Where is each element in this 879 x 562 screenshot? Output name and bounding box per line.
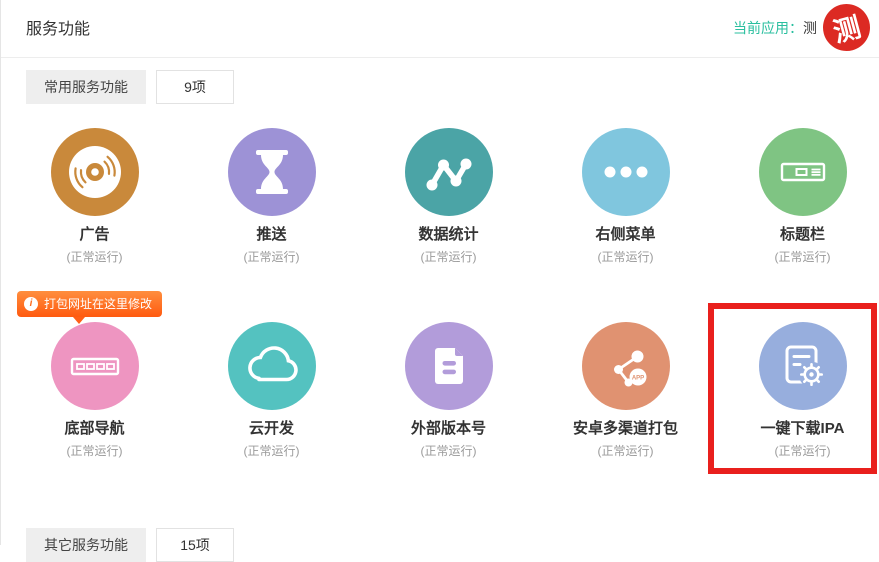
tab-other-services[interactable]: 其它服务功能 (26, 528, 146, 562)
info-icon: i (24, 297, 38, 311)
current-app-label: 当前应用： (733, 20, 803, 36)
service-item-title-bar[interactable]: 标题栏 (正常运行) (714, 128, 879, 265)
service-status: (正常运行) (421, 444, 477, 459)
tooltip-text: 打包网址在这里修改 (44, 291, 152, 317)
service-name: 数据统计 (418, 226, 478, 244)
service-name: 外部版本号 (411, 420, 486, 438)
header-divider (1, 57, 879, 58)
service-grid-row-1: 广告 (正常运行) 推送 (正常运行) (6, 128, 879, 265)
service-item-right-menu[interactable]: 右侧菜单 (正常运行) (537, 128, 714, 265)
page-title: 服务功能 (26, 15, 90, 39)
ellipsis-icon[interactable] (582, 128, 670, 216)
service-name: 云开发 (249, 420, 294, 438)
cloud-icon[interactable] (228, 322, 316, 410)
service-item-cloud-dev[interactable]: 云开发 (正常运行) (183, 322, 360, 459)
service-status: (正常运行) (67, 250, 123, 265)
bottom-nav-icon[interactable] (51, 322, 139, 410)
service-status: (正常运行) (244, 444, 300, 459)
service-status: (正常运行) (421, 250, 477, 265)
app-avatar-badge[interactable]: 测 (818, 0, 876, 56)
disc-icon[interactable] (51, 128, 139, 216)
tab-common-services[interactable]: 常用服务功能 (26, 70, 146, 104)
service-item-download-ipa[interactable]: 一键下载IPA (正常运行) (714, 322, 879, 459)
service-item-push[interactable]: 推送 (正常运行) (183, 128, 360, 265)
service-name: 推送 (256, 226, 286, 244)
current-app-indicator: 当前应用：测 (733, 18, 817, 38)
current-app-name: 测 (803, 20, 817, 36)
document-icon[interactable] (405, 322, 493, 410)
service-name: 广告 (79, 226, 109, 244)
service-status: (正常运行) (775, 250, 831, 265)
service-name: 右侧菜单 (595, 226, 655, 244)
service-status: (正常运行) (598, 250, 654, 265)
line-chart-icon[interactable] (405, 128, 493, 216)
service-status: (正常运行) (67, 444, 123, 459)
app-badge-text: APP (631, 375, 643, 381)
service-item-ad[interactable]: 广告 (正常运行) (6, 128, 183, 265)
service-name: 标题栏 (780, 226, 825, 244)
common-services-count: 9项 (156, 70, 234, 104)
service-name: 一键下载IPA (761, 420, 845, 438)
tooltip-arrow (73, 317, 85, 324)
service-item-statistics[interactable]: 数据统计 (正常运行) (360, 128, 537, 265)
service-name: 底部导航 (64, 420, 124, 438)
packaging-url-tooltip: i 打包网址在这里修改 (17, 291, 162, 317)
service-grid-row-2: 底部导航 (正常运行) 云开发 (正常运行) 外部版本号 (正常运行) (6, 322, 879, 459)
service-item-external-version[interactable]: 外部版本号 (正常运行) (360, 322, 537, 459)
service-item-bottom-nav[interactable]: 底部导航 (正常运行) (6, 322, 183, 459)
other-services-count: 15项 (156, 528, 234, 562)
hourglass-icon[interactable] (228, 128, 316, 216)
service-status: (正常运行) (598, 444, 654, 459)
service-status: (正常运行) (775, 444, 831, 459)
service-status: (正常运行) (244, 250, 300, 265)
service-item-android-packaging[interactable]: APP 安卓多渠道打包 (正常运行) (537, 322, 714, 459)
doc-gear-icon[interactable] (759, 322, 847, 410)
title-bar-icon[interactable] (759, 128, 847, 216)
share-app-icon[interactable]: APP (582, 322, 670, 410)
service-name: 安卓多渠道打包 (573, 420, 678, 438)
